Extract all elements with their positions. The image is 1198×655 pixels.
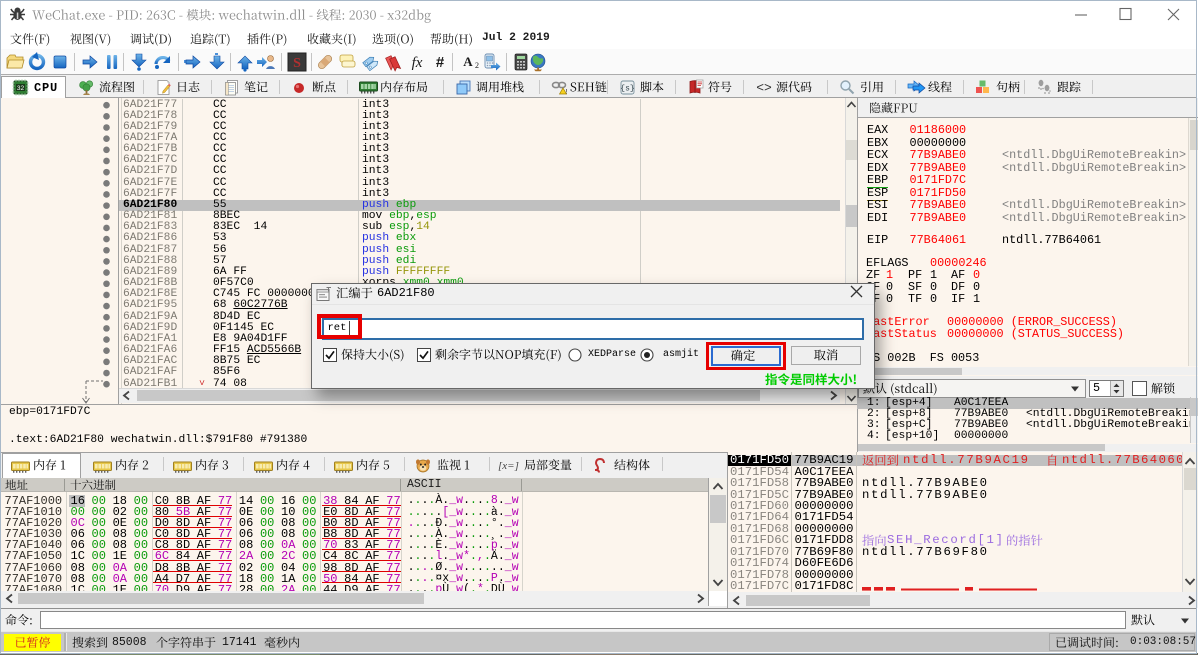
svg-text:!: ! [566,90,568,96]
svg-text:fx: fx [412,55,423,71]
svg-text:A: A [463,54,473,69]
svg-text:{s}: {s} [620,85,634,94]
svg-text:#: # [436,54,445,71]
svg-text:<>: <> [756,81,772,95]
svg-text:2: 2 [475,61,479,70]
svg-text:32: 32 [17,85,25,92]
svg-text:S: S [293,56,301,71]
